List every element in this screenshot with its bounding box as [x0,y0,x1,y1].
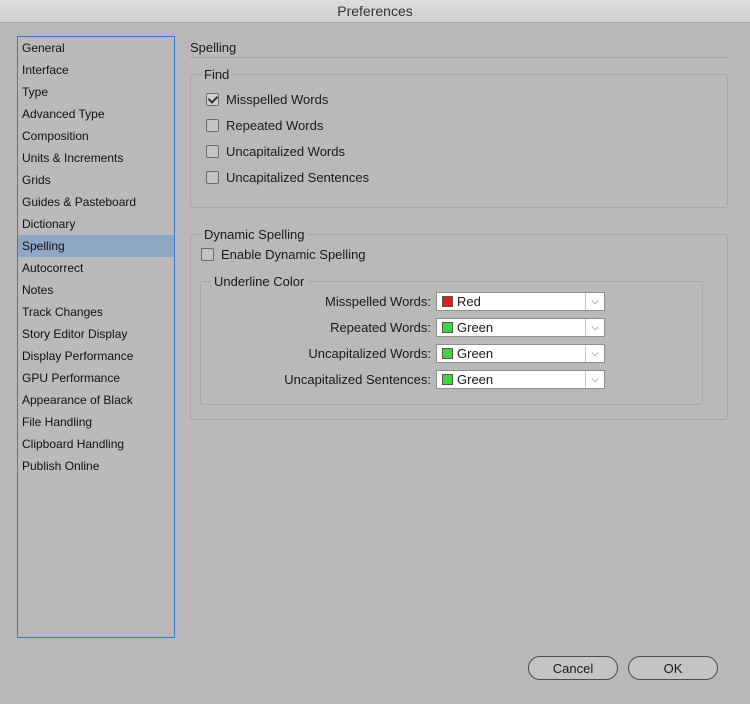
uncapitalized-words-color-row: Uncapitalized Words: Green ⌵ [201,344,606,364]
sidebar-item-publish-online[interactable]: Publish Online [18,455,174,477]
uncapitalized-sentences-label: Uncapitalized Sentences [226,170,370,185]
sidebar-item-autocorrect[interactable]: Autocorrect [18,257,174,279]
select-value: Red [457,294,481,309]
sidebar-item-notes[interactable]: Notes [18,279,174,301]
sidebar-item-display-performance[interactable]: Display Performance [18,345,174,367]
uncapitalized-words-color-select[interactable]: Green ⌵ [436,344,605,363]
misspelled-words-color-select[interactable]: Red ⌵ [436,292,605,311]
uncapitalized-words-color-label: Uncapitalized Words: [308,346,431,361]
enable-dynamic-spelling-checkbox[interactable] [201,248,214,261]
enable-dynamic-spelling-option[interactable]: Enable Dynamic Spelling [201,247,366,262]
window-title: Preferences [0,0,750,23]
repeated-words-label: Repeated Words [226,118,324,133]
uncapitalized-sentences-checkbox[interactable] [206,171,219,184]
sidebar-item-advanced-type[interactable]: Advanced Type [18,103,174,125]
underline-color-legend: Underline Color [211,274,308,290]
color-swatch [442,374,453,385]
section-divider [190,57,728,58]
color-swatch [442,322,453,333]
sidebar-item-gpu-performance[interactable]: GPU Performance [18,367,174,389]
repeated-words-color-row: Repeated Words: Green ⌵ [201,318,606,338]
sidebar-item-clipboard-handling[interactable]: Clipboard Handling [18,433,174,455]
sidebar-item-guides-pasteboard[interactable]: Guides & Pasteboard [18,191,174,213]
uncapitalized-sentences-color-row: Uncapitalized Sentences: Green ⌵ [201,370,606,390]
chevron-down-icon[interactable]: ⌵ [585,319,604,336]
cancel-button[interactable]: Cancel [528,656,618,680]
chevron-down-icon[interactable]: ⌵ [585,293,604,310]
uncapitalized-sentences-option[interactable]: Uncapitalized Sentences [206,170,369,185]
uncapitalized-words-option[interactable]: Uncapitalized Words [206,144,345,159]
sidebar-item-appearance-of-black[interactable]: Appearance of Black [18,389,174,411]
uncapitalized-words-label: Uncapitalized Words [226,144,345,159]
color-swatch [442,296,453,307]
preferences-category-list[interactable]: General Interface Type Advanced Type Com… [17,36,175,638]
uncapitalized-sentences-color-label: Uncapitalized Sentences: [284,372,431,387]
select-value: Green [457,320,494,335]
sidebar-item-general[interactable]: General [18,37,174,59]
dynamic-spelling-legend: Dynamic Spelling [201,227,308,243]
sidebar-item-grids[interactable]: Grids [18,169,174,191]
misspelled-words-color-label: Misspelled Words: [325,294,431,309]
enable-dynamic-spelling-label: Enable Dynamic Spelling [221,247,366,262]
misspelled-words-option[interactable]: Misspelled Words [206,92,328,107]
repeated-words-checkbox[interactable] [206,119,219,132]
sidebar-item-dictionary[interactable]: Dictionary [18,213,174,235]
select-value: Green [457,372,494,387]
sidebar-item-track-changes[interactable]: Track Changes [18,301,174,323]
sidebar-item-spelling[interactable]: Spelling [18,235,174,257]
select-value: Green [457,346,494,361]
misspelled-words-checkbox[interactable] [206,93,219,106]
misspelled-words-color-row: Misspelled Words: Red ⌵ [201,292,606,312]
sidebar-item-interface[interactable]: Interface [18,59,174,81]
repeated-words-color-select[interactable]: Green ⌵ [436,318,605,337]
misspelled-words-label: Misspelled Words [226,92,329,107]
uncapitalized-words-checkbox[interactable] [206,145,219,158]
find-legend: Find [201,67,233,83]
sidebar-item-story-editor-display[interactable]: Story Editor Display [18,323,174,345]
sidebar-item-type[interactable]: Type [18,81,174,103]
uncapitalized-sentences-color-select[interactable]: Green ⌵ [436,370,605,389]
sidebar-item-units-increments[interactable]: Units & Increments [18,147,174,169]
color-swatch [442,348,453,359]
ok-button[interactable]: OK [628,656,718,680]
chevron-down-icon[interactable]: ⌵ [585,345,604,362]
sidebar-item-composition[interactable]: Composition [18,125,174,147]
repeated-words-color-label: Repeated Words: [330,320,431,335]
section-title: Spelling [190,40,237,55]
chevron-down-icon[interactable]: ⌵ [585,371,604,388]
sidebar-item-file-handling[interactable]: File Handling [18,411,174,433]
repeated-words-option[interactable]: Repeated Words [206,118,323,133]
